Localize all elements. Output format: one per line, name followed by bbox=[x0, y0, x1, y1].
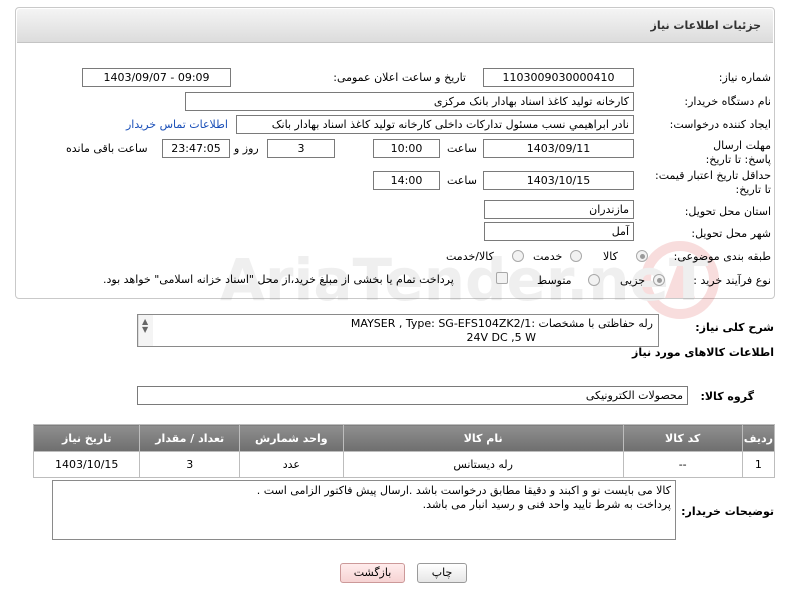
city-label: شهر محل تحویل: bbox=[691, 227, 771, 240]
col-name: نام کالا bbox=[342, 424, 624, 452]
col-qty: تعداد / مقدار bbox=[139, 424, 240, 452]
summary-textarea[interactable]: ▲ ▼ رله حفاظتی با مشخصات :MAYSER , Type:… bbox=[137, 314, 659, 347]
remaining-time-label: ساعت باقی مانده bbox=[66, 142, 148, 155]
days-field[interactable]: 3 bbox=[267, 139, 335, 158]
table-row[interactable]: 1 -- رله دیستانس عدد 3 1403/10/15 bbox=[32, 451, 776, 478]
treasury-checkbox[interactable] bbox=[496, 272, 508, 284]
notes-textarea[interactable]: کالا می بایست نو و اکبند و دقیقا مطابق د… bbox=[52, 480, 676, 540]
category-goods-label: کالا bbox=[603, 250, 618, 263]
cell-row: 1 bbox=[741, 451, 776, 478]
col-code: کد کالا bbox=[622, 424, 743, 452]
remaining-time-field[interactable]: 23:47:05 bbox=[162, 139, 230, 158]
category-goods-radio[interactable] bbox=[636, 250, 648, 262]
col-date: تاریخ نیاز bbox=[32, 424, 141, 452]
notes-label: توضیحات خریدار: bbox=[681, 505, 774, 518]
price-time-label: ساعت bbox=[447, 174, 477, 187]
day-and-label: روز و bbox=[234, 142, 259, 155]
goods-group-label: گروه کالا: bbox=[700, 390, 754, 403]
need-number-label: شماره نیاز: bbox=[718, 71, 771, 84]
print-button[interactable]: چاپ bbox=[417, 563, 467, 583]
treasury-note: پرداخت تمام یا بخشی از مبلغ خرید،از محل … bbox=[103, 273, 454, 286]
cell-date: 1403/10/15 bbox=[32, 451, 141, 478]
col-unit: واحد شمارش bbox=[238, 424, 344, 452]
reply-date-field[interactable]: 1403/09/11 bbox=[483, 139, 634, 158]
cell-unit: عدد bbox=[238, 451, 344, 478]
reply-deadline-label: مهلت ارسال پاسخ: تا تاریخ: bbox=[705, 139, 771, 166]
summary-line-1: رله حفاظتی با مشخصات :MAYSER , Type: SG-… bbox=[350, 317, 653, 330]
summary-scrollbar[interactable]: ▲ ▼ bbox=[138, 315, 153, 346]
notes-line-2: پرداخت به شرط تایید واحد فنی و رسید انبا… bbox=[422, 498, 671, 511]
goods-section-title: اطلاعات کالاهای مورد نیاز bbox=[632, 346, 774, 359]
announce-field[interactable]: 1403/09/07 - 09:09 bbox=[82, 68, 231, 87]
purchase-medium-label: متوسط bbox=[537, 274, 572, 287]
price-date-field[interactable]: 1403/10/15 bbox=[483, 171, 634, 190]
buyer-org-label: نام دستگاه خریدار: bbox=[684, 95, 771, 108]
category-label: طبقه بندی موضوعی: bbox=[673, 250, 771, 263]
category-both-label: کالا/خدمت bbox=[446, 250, 494, 263]
requester-label: ایجاد کننده درخواست: bbox=[669, 118, 771, 131]
goods-table-header: ردیف کد کالا نام کالا واحد شمارش تعداد /… bbox=[32, 424, 776, 452]
goods-table: ردیف کد کالا نام کالا واحد شمارش تعداد /… bbox=[32, 424, 776, 478]
category-service-label: خدمت bbox=[533, 250, 563, 263]
price-time-field[interactable]: 14:00 bbox=[373, 171, 440, 190]
goods-group-field[interactable]: محصولات الکترونیکی bbox=[137, 386, 688, 405]
cell-name: رله دیستانس bbox=[342, 451, 624, 478]
page-title: جزئیات اطلاعات نیاز bbox=[650, 19, 762, 32]
need-number-field[interactable]: 1103009030000410 bbox=[483, 68, 634, 87]
purchase-small-radio[interactable] bbox=[653, 274, 665, 286]
city-field[interactable]: آمل bbox=[484, 222, 634, 241]
summary-line-2: 24V DC ,5 W bbox=[466, 331, 536, 344]
cell-qty: 3 bbox=[139, 451, 240, 478]
cell-code: -- bbox=[622, 451, 743, 478]
price-validity-label: حداقل تاریخ اعتبار قیمت: تا تاریخ: bbox=[655, 169, 771, 196]
province-label: استان محل تحویل: bbox=[684, 205, 771, 218]
purchase-medium-radio[interactable] bbox=[588, 274, 600, 286]
notes-line-1: کالا می بایست نو و اکبند و دقیقا مطابق د… bbox=[256, 484, 671, 497]
contact-info-link[interactable]: اطلاعات تماس خریدار bbox=[126, 118, 228, 131]
summary-label: شرح کلی نیاز: bbox=[695, 321, 774, 334]
province-field[interactable]: مازندران bbox=[484, 200, 634, 219]
scroll-down-icon[interactable]: ▼ bbox=[142, 326, 148, 334]
reply-time-label: ساعت bbox=[447, 142, 477, 155]
requester-field[interactable]: نادر ابراهیمي نسب مسئول تداركات داخلی کا… bbox=[236, 115, 634, 134]
purchase-small-label: جزیی bbox=[620, 274, 646, 287]
announce-label: تاریخ و ساعت اعلان عمومی: bbox=[333, 71, 466, 84]
reply-time-field[interactable]: 10:00 bbox=[373, 139, 440, 158]
back-button[interactable]: بازگشت bbox=[340, 563, 405, 583]
col-row: ردیف bbox=[741, 424, 776, 452]
category-service-radio[interactable] bbox=[570, 250, 582, 262]
category-both-radio[interactable] bbox=[512, 250, 524, 262]
buyer-org-field[interactable]: کارخانه تولید کاغذ اسناد بهادار بانک مرک… bbox=[185, 92, 634, 111]
purchase-type-label: نوع فرآیند خرید : bbox=[693, 274, 771, 287]
